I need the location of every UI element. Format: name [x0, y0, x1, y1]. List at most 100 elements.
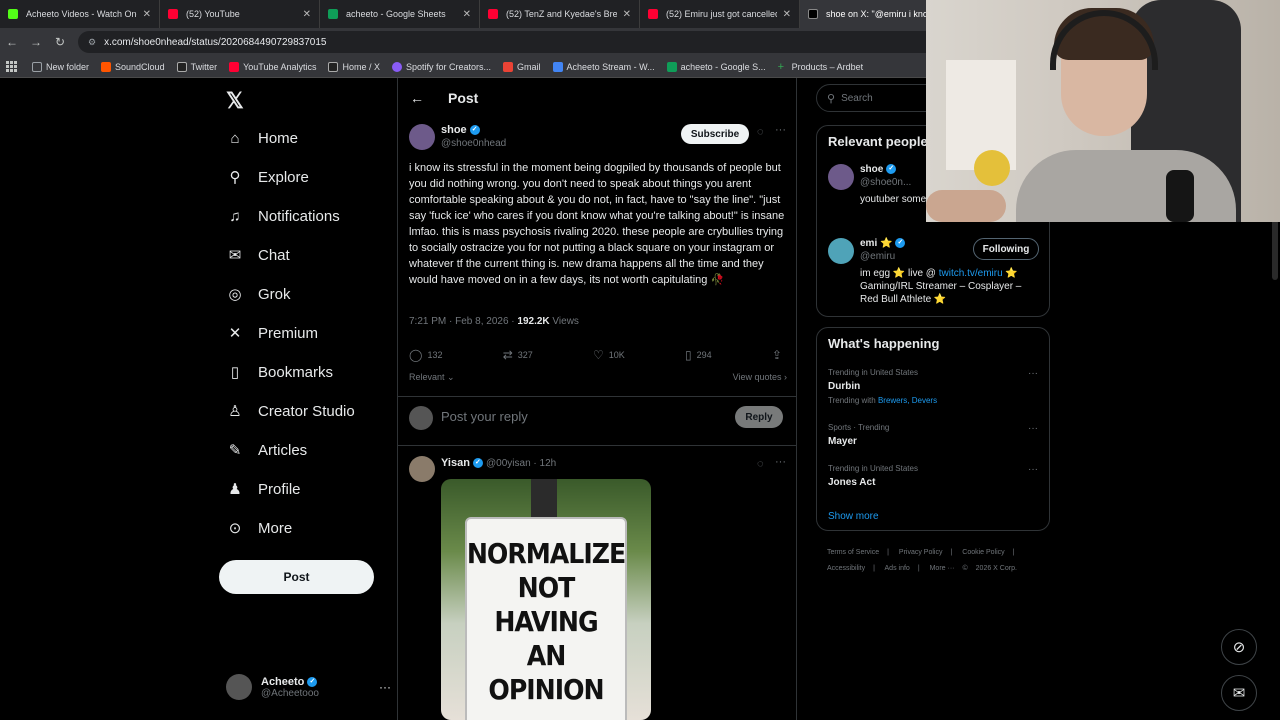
trend-item[interactable]: Trending in United States Durbin Trendin… — [828, 368, 1038, 405]
bookmark-item[interactable]: Twitter — [176, 61, 217, 72]
youtube-icon — [168, 9, 178, 19]
grok-icon[interactable]: ◌ — [757, 458, 764, 470]
bell-icon: ♫ — [229, 207, 241, 225]
reload-icon[interactable]: ↻ — [48, 35, 72, 49]
more-icon[interactable]: ··· — [1028, 464, 1038, 475]
view-quotes-link[interactable]: View quotes › — [733, 372, 787, 383]
bookmark-item[interactable]: + Products – Ardbet — [778, 61, 864, 72]
verified-badge-icon: ✓ — [307, 676, 318, 687]
back-arrow-icon[interactable]: ← — [0, 35, 24, 49]
soundcloud-icon — [101, 61, 112, 72]
apps-grid-icon[interactable] — [6, 60, 18, 73]
post-meta: 7:21 PM · Feb 8, 2026 · 192.2K Views — [409, 316, 579, 327]
footer-link[interactable]: Privacy Policy — [899, 549, 943, 556]
author-name[interactable]: shoe — [441, 124, 467, 136]
nav-item-profile[interactable]: ♟ Profile — [226, 480, 300, 499]
bookmark-icon: ▯ — [685, 348, 692, 362]
bookmark-item[interactable]: YouTube Analytics — [229, 61, 316, 72]
browser-tab[interactable]: (52) TenZ and Kyedae's Breakup✕ — [480, 0, 640, 28]
nav-item-grok[interactable]: ◎ Grok — [226, 285, 290, 304]
reply-button[interactable]: Reply — [735, 406, 783, 428]
post-text: i know its stressful in the moment being… — [409, 162, 785, 286]
more-icon[interactable]: ··· — [1028, 368, 1038, 379]
trend-item[interactable]: Trending in United States Jones Act ··· — [828, 464, 1038, 488]
reply-author-name[interactable]: Yisan — [441, 457, 470, 469]
avatar[interactable] — [409, 124, 435, 150]
browser-tab[interactable]: (52) YouTube ✕ — [160, 0, 320, 28]
close-tab-icon[interactable]: ✕ — [463, 9, 471, 20]
back-arrow-icon[interactable]: ← — [410, 90, 424, 106]
forward-arrow-icon[interactable]: → — [24, 35, 48, 49]
site-info-icon[interactable]: ⚙ — [88, 37, 96, 48]
avatar — [828, 238, 854, 264]
verified-badge-icon: ✓ — [895, 238, 906, 249]
messages-fab-icon[interactable]: ✉ — [1221, 675, 1257, 711]
reply-image[interactable]: NORMALIZE NOT HAVING AN OPINION — [441, 479, 651, 720]
stream-icon — [552, 61, 563, 72]
reply-input[interactable]: Post your reply — [441, 409, 528, 424]
post-timestamp[interactable]: 7:21 PM · Feb 8, 2026 · — [409, 316, 517, 327]
sort-dropdown[interactable]: Relevant ⌄ — [409, 372, 455, 383]
subscribe-button[interactable]: Subscribe — [681, 124, 749, 144]
footer-link[interactable]: More ··· — [930, 565, 955, 572]
close-tab-icon[interactable]: ✕ — [143, 9, 151, 20]
show-more-link[interactable]: Show more — [828, 511, 879, 522]
close-tab-icon[interactable]: ✕ — [303, 9, 311, 20]
bookmark-item[interactable]: SoundCloud — [101, 61, 165, 72]
nav-item-chat[interactable]: ✉ Chat — [226, 246, 290, 265]
bookmark-action[interactable]: ▯ 294 — [685, 348, 712, 362]
following-button[interactable]: Following — [973, 238, 1039, 260]
trend-item[interactable]: Sports · Trending Mayer ··· — [828, 423, 1038, 447]
footer-link[interactable]: Accessibility — [827, 565, 865, 572]
home-icon: ⌂ — [230, 129, 240, 147]
avatar[interactable] — [409, 456, 435, 482]
microphone-icon — [1166, 170, 1194, 222]
bookmark-item[interactable]: acheeto - Google S... — [666, 61, 766, 72]
bookmark-item[interactable]: Gmail — [503, 61, 541, 72]
share-action[interactable]: ⇪ — [772, 348, 787, 362]
more-icon[interactable]: ··· — [1028, 423, 1038, 434]
footer-link[interactable]: Ads info — [885, 565, 910, 572]
bookmark-item[interactable]: New folder — [32, 61, 89, 72]
bookmark-item[interactable]: Acheeto Stream - W... — [552, 61, 655, 72]
reply-action[interactable]: ◯ 132 — [409, 348, 442, 362]
avatar — [409, 406, 433, 430]
nav-item-notifications[interactable]: ♫ Notifications — [226, 207, 339, 225]
nav-item-home[interactable]: ⌂ Home — [226, 129, 298, 147]
close-tab-icon[interactable]: ✕ — [783, 9, 791, 20]
nav-item-articles[interactable]: ✎ Articles — [226, 441, 307, 460]
browser-tab[interactable]: Acheeto Videos - Watch On-De✕ — [0, 0, 160, 28]
post-button[interactable]: Post — [219, 560, 374, 594]
footer-link[interactable]: Cookie Policy — [962, 549, 1004, 556]
more-icon[interactable]: ··· — [379, 680, 391, 694]
nav-item-bookmarks[interactable]: ▯ Bookmarks — [226, 363, 333, 382]
like-action[interactable]: ♡ 10K — [593, 348, 625, 362]
repost-action[interactable]: ⇄ 327 — [503, 348, 533, 362]
nav-item-more[interactable]: ⊙ More — [226, 519, 292, 538]
bookmark-item[interactable]: Spotify for Creators... — [392, 61, 491, 72]
nav-item-creator-studio[interactable]: ♙ Creator Studio — [226, 402, 354, 421]
browser-tab[interactable]: acheeto - Google Sheets ✕ — [320, 0, 480, 28]
sheets-icon — [666, 61, 677, 72]
more-icon[interactable]: ··· — [775, 124, 786, 136]
avatar — [226, 674, 252, 700]
footer-link[interactable]: Terms of Service — [827, 549, 879, 556]
sign-pole — [531, 479, 557, 519]
person-item[interactable]: emi ⭐ ✓ @emiru Following im egg ⭐ live @ … — [828, 238, 1039, 308]
nav-item-explore[interactable]: ⚲ Explore — [226, 168, 309, 187]
grok-icon[interactable]: ◌ — [757, 126, 764, 138]
reply-sort-row: Relevant ⌄ View quotes › — [409, 372, 787, 383]
bookmark-item[interactable]: Home / X — [328, 61, 380, 72]
nav-item-premium[interactable]: ✕ Premium — [226, 324, 318, 343]
account-switcher[interactable]: Acheeto ✓ @Acheetooo ··· — [226, 674, 391, 700]
x-logo-icon[interactable]: 𝕏 — [226, 88, 244, 114]
grok-fab-icon[interactable]: ⊘ — [1221, 629, 1257, 665]
author-handle[interactable]: @shoe0nhead — [441, 138, 506, 149]
sidebar-footer: Terms of Service | Privacy Policy | Cookie… — [827, 549, 1017, 572]
more-icon[interactable]: ··· — [775, 456, 786, 468]
x-icon: ✕ — [228, 325, 242, 342]
close-tab-icon[interactable]: ✕ — [623, 9, 631, 20]
bio-link[interactable]: twitch.tv/emiru — [939, 268, 1003, 279]
card-title: Relevant people — [828, 134, 928, 149]
browser-tab[interactable]: (52) Emiru just got cancelled.. ✕ — [640, 0, 800, 28]
